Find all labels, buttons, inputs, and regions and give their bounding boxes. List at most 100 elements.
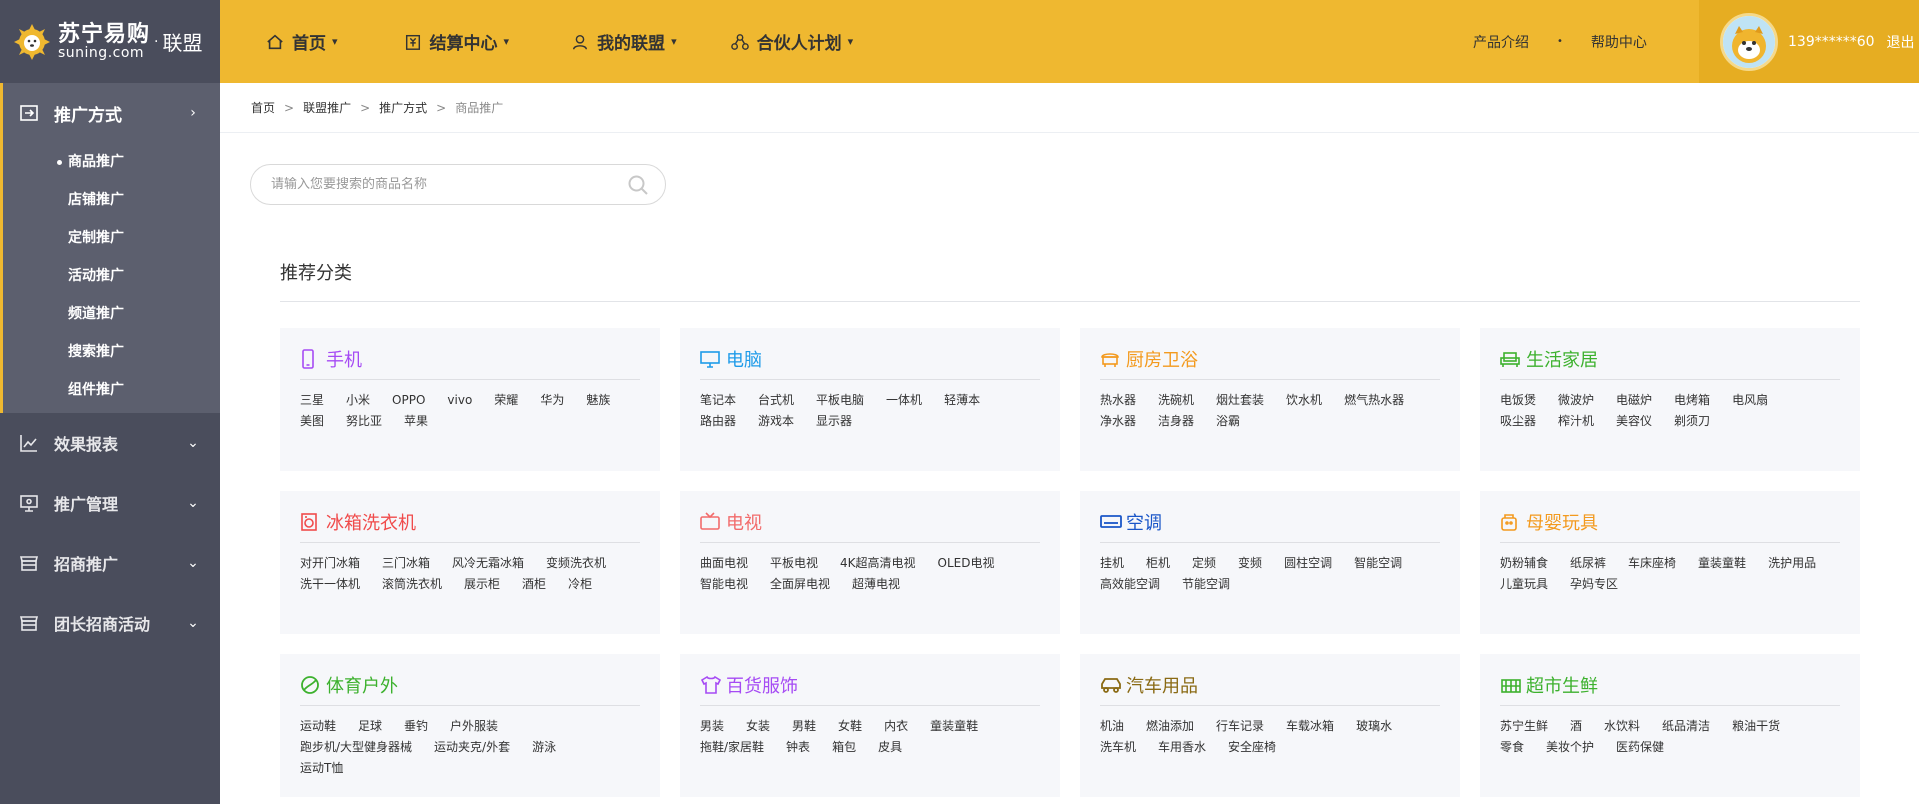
category-tag[interactable]: 吸尘器: [1500, 411, 1536, 432]
category-tag[interactable]: 变频: [1238, 553, 1262, 574]
category-tag[interactable]: 玻璃水: [1356, 716, 1392, 737]
category-tag[interactable]: 榨汁机: [1558, 411, 1594, 432]
menu-head-merchant[interactable]: 招商推广 ⌄: [0, 533, 220, 593]
category-header[interactable]: 生活家居: [1500, 344, 1840, 380]
category-tag[interactable]: 美妆个护: [1546, 737, 1594, 758]
category-title[interactable]: 电视: [726, 509, 762, 535]
search-input[interactable]: [271, 177, 611, 192]
category-tag[interactable]: 一体机: [886, 390, 922, 411]
category-tag[interactable]: 洗碗机: [1158, 390, 1194, 411]
category-tag[interactable]: 挂机: [1100, 553, 1124, 574]
category-tag[interactable]: 女鞋: [838, 716, 862, 737]
logout-link[interactable]: 退出: [1887, 32, 1915, 52]
breadcrumb-union-promo[interactable]: 联盟推广: [303, 99, 351, 116]
avatar[interactable]: [1720, 12, 1778, 71]
category-tag[interactable]: vivo: [447, 390, 472, 411]
category-tag[interactable]: 儿童玩具: [1500, 574, 1548, 595]
category-tag[interactable]: 滚筒洗衣机: [382, 574, 442, 595]
category-tag[interactable]: 奶粉辅食: [1500, 553, 1548, 574]
category-tag[interactable]: 烟灶套装: [1216, 390, 1264, 411]
category-tag[interactable]: 电烤箱: [1674, 390, 1710, 411]
category-tag[interactable]: 热水器: [1100, 390, 1136, 411]
product-intro-link[interactable]: 产品介绍: [1473, 32, 1529, 52]
category-tag[interactable]: 美容仪: [1616, 411, 1652, 432]
category-tag[interactable]: 剃须刀: [1674, 411, 1710, 432]
category-header[interactable]: 手机: [300, 344, 640, 380]
category-tag[interactable]: 三星: [300, 390, 324, 411]
category-tag[interactable]: 饮水机: [1286, 390, 1322, 411]
category-tag[interactable]: 电磁炉: [1616, 390, 1652, 411]
category-tag[interactable]: 圆柱空调: [1284, 553, 1332, 574]
category-header[interactable]: 厨房卫浴: [1100, 344, 1440, 380]
category-tag[interactable]: 运动鞋: [300, 716, 336, 737]
category-tag[interactable]: 电饭煲: [1500, 390, 1536, 411]
category-tag[interactable]: 安全座椅: [1228, 737, 1276, 758]
category-tag[interactable]: 燃气热水器: [1344, 390, 1404, 411]
category-tag[interactable]: 节能空调: [1182, 574, 1230, 595]
category-tag[interactable]: 粮油干货: [1732, 716, 1780, 737]
category-tag[interactable]: 小米: [346, 390, 370, 411]
category-tag[interactable]: OLED电视: [938, 553, 995, 574]
category-tag[interactable]: 荣耀: [494, 390, 518, 411]
category-tag[interactable]: 对开门冰箱: [300, 553, 360, 574]
category-tag[interactable]: 苹果: [404, 411, 428, 432]
category-tag[interactable]: 电风扇: [1732, 390, 1768, 411]
category-title[interactable]: 冰箱洗衣机: [326, 509, 416, 535]
category-tag[interactable]: 高效能空调: [1100, 574, 1160, 595]
category-tag[interactable]: 纸品清洁: [1662, 716, 1710, 737]
nav-my-union[interactable]: 我的联盟 ▾: [571, 29, 677, 54]
category-title[interactable]: 生活家居: [1526, 346, 1598, 372]
category-tag[interactable]: 箱包: [832, 737, 856, 758]
category-tag[interactable]: 童装童鞋: [930, 716, 978, 737]
category-title[interactable]: 空调: [1126, 509, 1162, 535]
category-tag[interactable]: 美图: [300, 411, 324, 432]
category-title[interactable]: 厨房卫浴: [1126, 346, 1198, 372]
submenu-item-activity[interactable]: 活动推广: [3, 257, 220, 295]
category-tag[interactable]: 曲面电视: [700, 553, 748, 574]
category-tag[interactable]: 展示柜: [464, 574, 500, 595]
category-tag[interactable]: 超薄电视: [852, 574, 900, 595]
logo[interactable]: 苏宁易购 suning.com · 联盟: [0, 0, 220, 83]
category-tag[interactable]: 冷柜: [568, 574, 592, 595]
category-tag[interactable]: 纸尿裤: [1570, 553, 1606, 574]
category-tag[interactable]: 垂钓: [404, 716, 428, 737]
category-tag[interactable]: 浴霸: [1216, 411, 1240, 432]
category-tag[interactable]: 4K超高清电视: [840, 553, 916, 574]
category-tag[interactable]: 路由器: [700, 411, 736, 432]
nav-settlement[interactable]: 结算中心 ▾: [404, 29, 509, 54]
category-tag[interactable]: 游泳: [532, 737, 556, 758]
category-tag[interactable]: 华为: [540, 390, 564, 411]
category-tag[interactable]: 显示器: [816, 411, 852, 432]
category-tag[interactable]: 洁身器: [1158, 411, 1194, 432]
category-tag[interactable]: 女装: [746, 716, 770, 737]
category-tag[interactable]: 酒: [1570, 716, 1582, 737]
breadcrumb-home[interactable]: 首页: [251, 99, 275, 116]
category-tag[interactable]: 运动T恤: [300, 758, 343, 779]
category-tag[interactable]: 医药保健: [1616, 737, 1664, 758]
category-title[interactable]: 百货服饰: [726, 672, 798, 698]
category-tag[interactable]: 柜机: [1146, 553, 1170, 574]
category-tag[interactable]: 酒柜: [522, 574, 546, 595]
submenu-item-custom[interactable]: 定制推广: [3, 219, 220, 257]
category-tag[interactable]: 洗车机: [1100, 737, 1136, 758]
category-tag[interactable]: 车用香水: [1158, 737, 1206, 758]
category-tag[interactable]: 定频: [1192, 553, 1216, 574]
category-tag[interactable]: 皮具: [878, 737, 902, 758]
menu-head-manage[interactable]: 推广管理 ⌄: [0, 473, 220, 533]
category-tag[interactable]: 足球: [358, 716, 382, 737]
category-tag[interactable]: 魅族: [586, 390, 610, 411]
category-tag[interactable]: 内衣: [884, 716, 908, 737]
category-header[interactable]: 电视: [700, 507, 1040, 543]
category-tag[interactable]: 全面屏电视: [770, 574, 830, 595]
category-header[interactable]: 空调: [1100, 507, 1440, 543]
submenu-item-search[interactable]: 搜索推广: [3, 333, 220, 371]
category-tag[interactable]: 变频洗衣机: [546, 553, 606, 574]
category-header[interactable]: 百货服饰: [700, 670, 1040, 706]
category-title[interactable]: 手机: [326, 346, 362, 372]
category-tag[interactable]: 平板电脑: [816, 390, 864, 411]
category-header[interactable]: 电脑: [700, 344, 1040, 380]
category-tag[interactable]: 苏宁生鲜: [1500, 716, 1548, 737]
category-tag[interactable]: 游戏本: [758, 411, 794, 432]
category-tag[interactable]: 零食: [1500, 737, 1524, 758]
category-tag[interactable]: 洗干一体机: [300, 574, 360, 595]
